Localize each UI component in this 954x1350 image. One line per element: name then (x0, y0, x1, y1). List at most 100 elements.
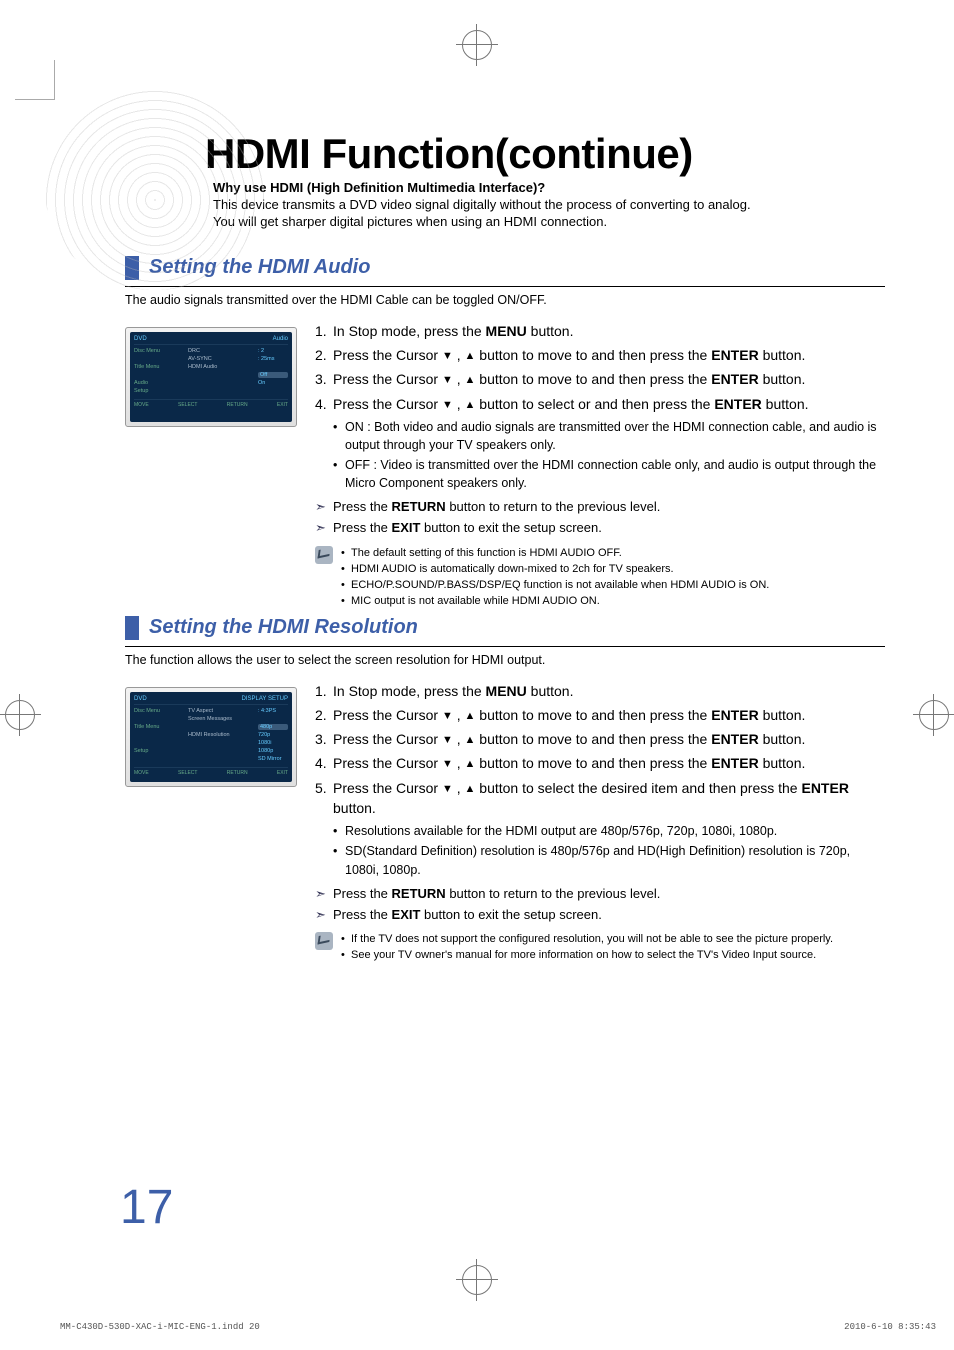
audio-bullets: •ON : Both video and audio signals are t… (333, 418, 885, 493)
step-number: 5. (315, 778, 333, 819)
osd-row: SD Mirror (134, 755, 288, 763)
osd-cell: : 25ms (258, 356, 288, 362)
up-triangle-icon: ▲ (465, 733, 476, 749)
osd-cell: HDMI Audio (188, 364, 254, 370)
arrow-icon: ➣ (315, 885, 333, 904)
bullet-dot-icon: • (341, 578, 351, 593)
intro-line-1: This device transmits a DVD video signal… (213, 197, 751, 212)
section-heading-res: Setting the HDMI Resolution (125, 616, 885, 640)
osd-cell: TV Aspect (188, 708, 254, 714)
osd-cell: Disc Menu (134, 348, 184, 354)
osd-cell: : 4:3PS (258, 708, 288, 714)
info-text: If the TV does not support the configure… (351, 932, 833, 947)
step: 5.Press the Cursor ▼ , ▲ button to selec… (315, 778, 885, 819)
osd-rows-audio: Disc MenuDRC: 2AV-SYNC: 25msTitle MenuHD… (134, 347, 288, 395)
down-triangle-icon: ▼ (442, 709, 453, 725)
step-number: 2. (315, 705, 333, 725)
osd-foot-item: SELECT (178, 402, 197, 408)
step-body: Press the Cursor ▼ , ▲ button to select … (333, 394, 885, 414)
intro-line-2: You will get sharper digital pictures wh… (213, 214, 607, 229)
osd-cell: Setup (134, 748, 184, 754)
step-body: Press the Cursor ▼ , ▲ button to move to… (333, 369, 885, 389)
osd-row: Title MenuHDMI Audio (134, 363, 288, 371)
osd-cell (188, 724, 254, 730)
step-body: In Stop mode, press the MENU button. (333, 681, 885, 701)
bullet-text: Resolutions available for the HDMI outpu… (345, 822, 885, 840)
osd-cell (188, 380, 254, 386)
info-item: •HDMI AUDIO is automatically down-mixed … (341, 562, 769, 577)
down-triangle-icon: ▼ (442, 757, 453, 773)
osd-cell: Screen Messages (188, 716, 254, 722)
osd-foot-item: EXIT (277, 770, 288, 776)
footer-right: 2010-6-10 8:35:43 (844, 1322, 936, 1332)
audio-steps: 1.In Stop mode, press the MENU button. 2.… (315, 321, 885, 610)
page-content: HDMI Function(continue) Why use HDMI (Hi… (125, 130, 885, 964)
info-text: The default setting of this function is … (351, 546, 622, 561)
osd-cell: Setup (134, 388, 184, 394)
intro-text: This device transmits a DVD video signal… (213, 197, 885, 231)
audio-arrows: ➣Press the RETURN button to return to th… (315, 498, 885, 538)
osd-row: Screen Messages (134, 715, 288, 723)
osd-foot-item: MOVE (134, 770, 149, 776)
osd-cell: 1080i (258, 740, 288, 746)
bullet-item: •OFF : Video is transmitted over the HDM… (333, 456, 885, 492)
arrow-icon: ➣ (315, 906, 333, 925)
heading-bar (125, 616, 139, 640)
osd-cell (134, 732, 184, 738)
osd-cell: Audio (134, 380, 184, 386)
osd-cell (188, 388, 254, 394)
osd-cell (134, 356, 184, 362)
osd-cell: Off (258, 372, 288, 378)
osd-cell: On (258, 380, 288, 386)
osd-cell (258, 716, 288, 722)
section-intro-res: The function allows the user to select t… (125, 653, 885, 667)
step-body: Press the Cursor ▼ , ▲ button to select … (333, 778, 885, 819)
section-intro-audio: The audio signals transmitted over the H… (125, 293, 885, 307)
info-text: HDMI AUDIO is automatically down-mixed t… (351, 562, 674, 577)
arrow-icon: ➣ (315, 498, 333, 517)
arrow-text: Press the EXIT button to exit the setup … (333, 519, 602, 538)
section-heading-text: Setting the HDMI Resolution (149, 616, 418, 639)
audio-info-block: • The default setting of this function is… (315, 546, 885, 609)
up-triangle-icon: ▲ (465, 757, 476, 773)
res-info-block: •If the TV does not support the configur… (315, 932, 885, 964)
osd-cell (258, 364, 288, 370)
osd-row: HDMI Resolution720p (134, 731, 288, 739)
osd-cell: AV-SYNC (188, 356, 254, 362)
why-heading: Why use HDMI (High Definition Multimedia… (213, 180, 885, 195)
bullet-dot-icon: • (333, 822, 345, 840)
osd-top-left: DVD (134, 336, 147, 342)
step-number: 1. (315, 681, 333, 701)
res-bullets: •Resolutions available for the HDMI outp… (333, 822, 885, 878)
osd-footer-audio: MOVESELECTRETURNEXIT (134, 399, 288, 408)
step: 1.In Stop mode, press the MENU button. (315, 321, 885, 341)
up-triangle-icon: ▲ (465, 373, 476, 389)
res-info-lines: •If the TV does not support the configur… (341, 932, 833, 964)
osd-cell (134, 740, 184, 746)
bullet-item: •ON : Both video and audio signals are t… (333, 418, 885, 454)
bullet-dot-icon: • (333, 842, 345, 878)
arrow-text: Press the RETURN button to return to the… (333, 885, 660, 904)
step-body: Press the Cursor ▼ , ▲ button to move to… (333, 729, 885, 749)
osd-top-right: Audio (273, 336, 288, 342)
info-item: •If the TV does not support the configur… (341, 932, 833, 947)
arrow-text: Press the EXIT button to exit the setup … (333, 906, 602, 925)
step-number: 2. (315, 345, 333, 365)
osd-row: Disc MenuTV Aspect: 4:3PS (134, 707, 288, 715)
section-rule (125, 646, 885, 647)
arrow-item: ➣Press the RETURN button to return to th… (315, 498, 885, 517)
osd-foot-item: RETURN (227, 402, 248, 408)
res-arrows: ➣Press the RETURN button to return to th… (315, 885, 885, 925)
osd-cell: 720p (258, 732, 288, 738)
osd-row: Setup (134, 387, 288, 395)
osd-cell: 1080p (258, 748, 288, 754)
registration-mark-top (462, 30, 492, 60)
bullet-dot-icon: • (333, 418, 345, 454)
footer-left: MM-C430D-530D-XAC-i-MIC-ENG-1.indd 20 (60, 1322, 260, 1332)
osd-row: Off (134, 371, 288, 379)
osd-cell: DRC (188, 348, 254, 354)
bullet-dot-icon: • (341, 594, 351, 609)
info-text: ECHO/P.SOUND/P.BASS/DSP/EQ function is n… (351, 578, 769, 593)
step: 4.Press the Cursor ▼ , ▲ button to move … (315, 753, 885, 773)
bullet-item: •Resolutions available for the HDMI outp… (333, 822, 885, 840)
